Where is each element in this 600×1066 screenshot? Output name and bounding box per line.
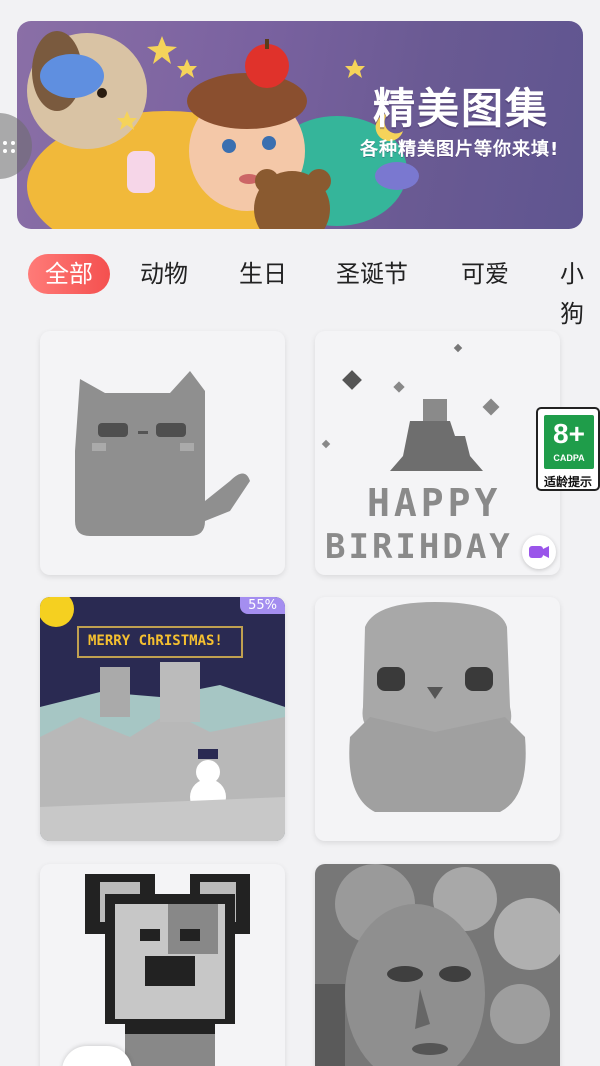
christmas-sign-text: MERRY ChRISTMAS! xyxy=(88,633,223,649)
artwork-card-birthday[interactable]: HAPPY BIRIHDAY xyxy=(315,331,560,575)
age-rating-green: 8+ CADPA xyxy=(544,415,594,469)
tab-all[interactable]: 全部 xyxy=(28,254,110,294)
artwork-card-christmas[interactable]: MERRY ChRISTMAS! 55% xyxy=(40,597,285,841)
category-tabs: 全部 动物 生日 圣诞节 可爱 小狗 xyxy=(0,248,600,328)
pixel-portrait-image xyxy=(315,864,560,1066)
banner-title: 精美图集 xyxy=(373,84,550,133)
birthday-text-2: BIRIHDAY xyxy=(325,527,513,567)
artwork-card-portrait[interactable] xyxy=(315,864,560,1066)
age-rating-badge[interactable]: 8+ CADPA 适龄提示 xyxy=(536,407,600,491)
age-rating-number: 8+ xyxy=(553,418,585,449)
age-rating-label: 适龄提示 xyxy=(543,475,592,489)
tab-cute[interactable]: 可爱 xyxy=(461,254,509,294)
tab-animals[interactable]: 动物 xyxy=(140,254,188,294)
featured-banner[interactable]: 精美图集 各种精美图片等你来填! xyxy=(17,21,583,229)
pixel-cat-image xyxy=(75,371,250,536)
birthday-text-1: HAPPY xyxy=(367,481,502,525)
pixel-chick-image xyxy=(349,602,526,812)
age-rating-org: CADPA xyxy=(553,453,585,463)
video-camera-icon xyxy=(529,546,549,558)
artwork-card-dog[interactable] xyxy=(40,864,285,1066)
artwork-card-chick[interactable] xyxy=(315,597,560,841)
video-badge xyxy=(522,535,556,569)
tab-puppy[interactable]: 小狗 xyxy=(560,254,600,328)
artwork-card-cat[interactable] xyxy=(40,331,285,575)
grid-dots-icon xyxy=(3,141,15,153)
banner-subtitle: 各种精美图片等你来填! xyxy=(360,139,560,160)
tab-christmas[interactable]: 圣诞节 xyxy=(336,254,408,294)
progress-badge: 55% xyxy=(240,597,285,614)
tab-birthday[interactable]: 生日 xyxy=(239,254,287,294)
pixel-dog-image xyxy=(85,874,250,1066)
